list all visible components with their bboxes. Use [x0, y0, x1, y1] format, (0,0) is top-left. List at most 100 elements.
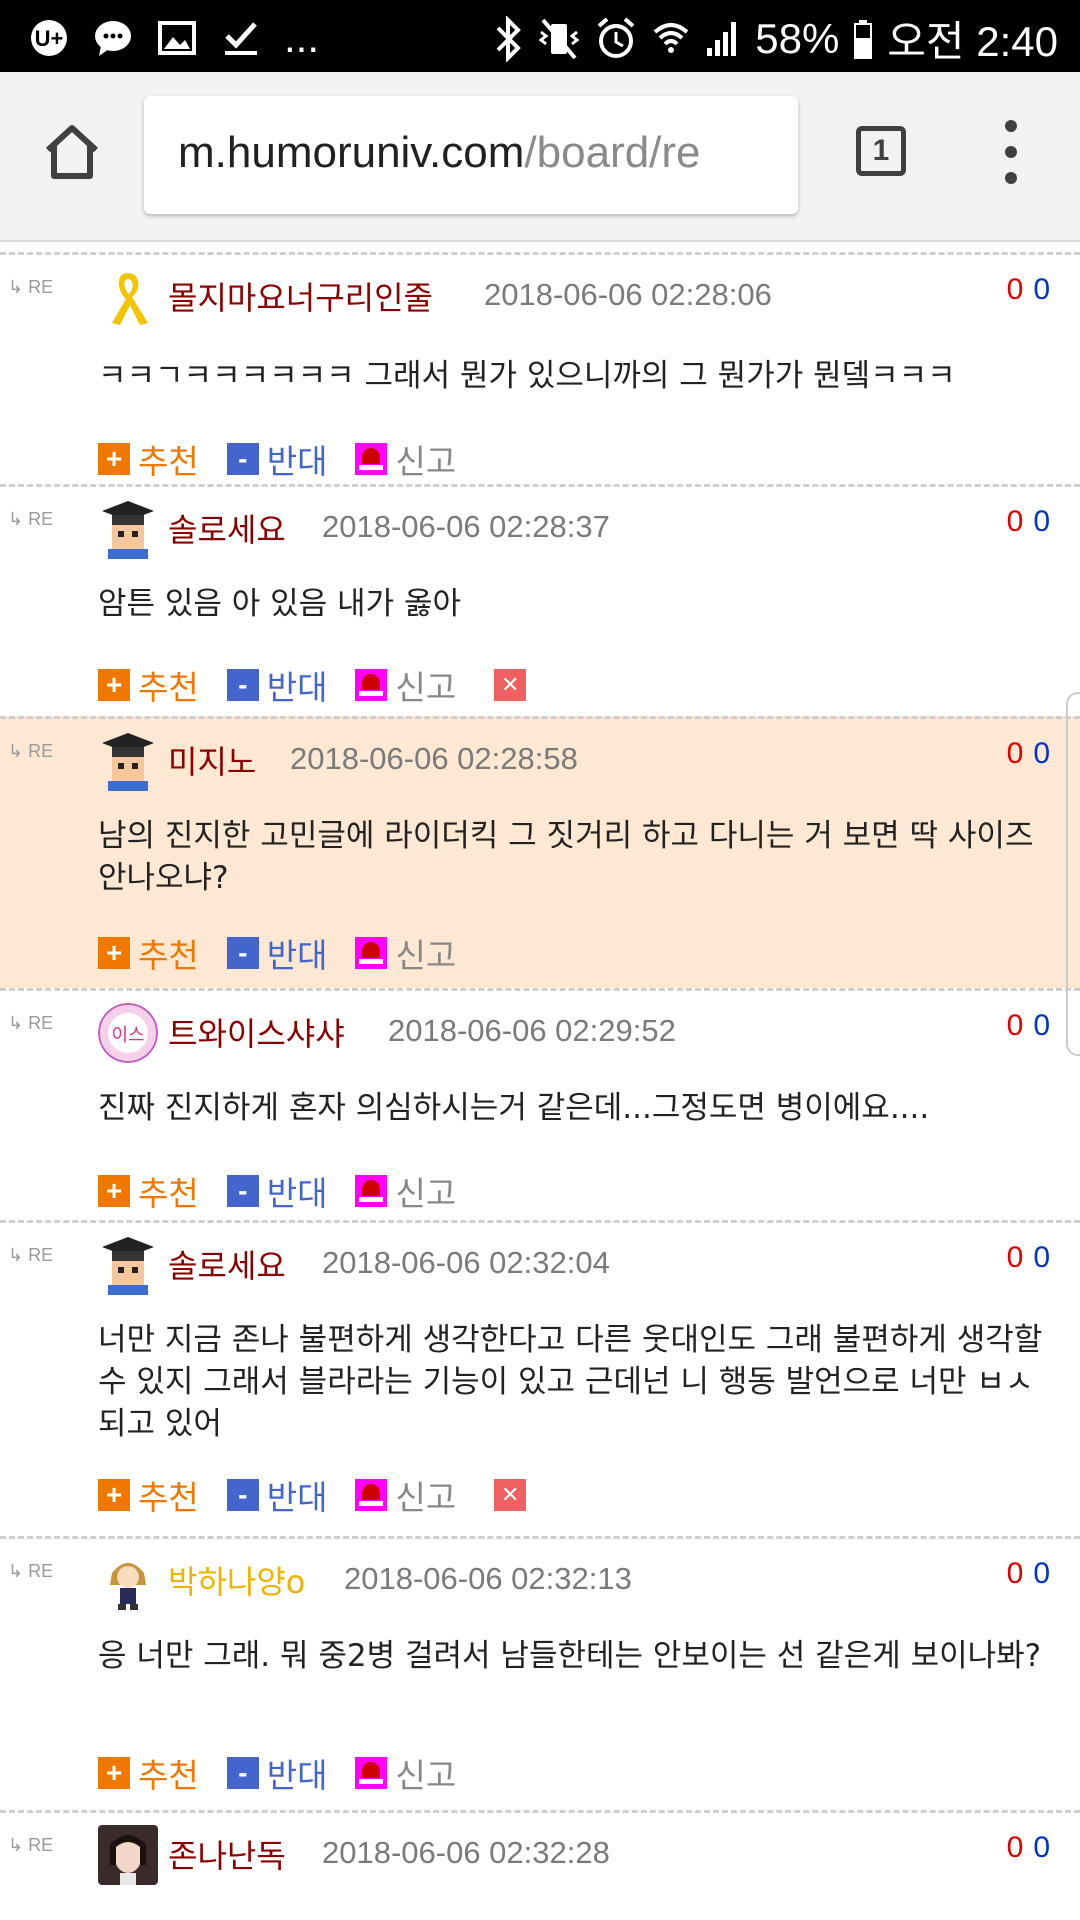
reply-indicator: ↳ RE	[8, 1245, 54, 1265]
oppose-label: 반대	[266, 1756, 328, 1795]
delete-button[interactable]: ✕	[494, 669, 527, 701]
comment-item: ↳ RE 미지노 2018-06-06 02:28:58 00 남의 진지한 고…	[0, 716, 1080, 988]
oppose-button[interactable]: - 반대	[226, 1167, 328, 1215]
oppose-button[interactable]: - 반대	[226, 929, 328, 977]
comment-author[interactable]: 트와이스샤샤	[168, 1009, 345, 1055]
avatar[interactable]	[98, 267, 158, 327]
recommend-label: 추천	[138, 1174, 199, 1213]
comment-date: 2018-06-06 02:32:13	[344, 1561, 632, 1596]
report-button[interactable]: 신고	[355, 1167, 456, 1215]
delete-button[interactable]: ✕	[494, 1479, 527, 1511]
vote-counts: 00	[1007, 1241, 1050, 1275]
oppose-button[interactable]: - 반대	[226, 1471, 327, 1519]
oppose-button[interactable]: - 반대	[226, 661, 328, 709]
downvote-count: 0	[1033, 1557, 1050, 1590]
recommend-button[interactable]: + 추천	[98, 1471, 199, 1519]
wifi-icon	[653, 22, 689, 53]
report-label: 신고	[395, 668, 457, 707]
comment-date: 2018-06-06 02:28:37	[322, 509, 610, 544]
url-path: /board/re	[524, 128, 701, 177]
comment-actions: + 추천 - 반대 신고	[98, 439, 484, 481]
comment-author[interactable]: 솔로세요	[168, 505, 286, 551]
svg-text:U+: U+	[35, 26, 64, 51]
tab-switcher-button[interactable]: 1	[856, 126, 906, 176]
plus-icon: +	[98, 937, 130, 969]
downvote-count: 0	[1033, 1831, 1050, 1864]
comment-list: ↳ RE 몰지마요너구리인줄 2018-06-06 02:28:06 00 ㅋㅋ…	[0, 242, 1080, 1920]
recommend-button[interactable]: + 추천	[98, 661, 199, 709]
comment-item: ↳ RE 솔로세요 2018-06-06 02:32:04 00 너만 지금 존…	[0, 1220, 1080, 1536]
recommend-button[interactable]: + 추천	[98, 435, 199, 483]
report-label: 신고	[395, 936, 457, 975]
recommend-button[interactable]: + 추천	[98, 929, 199, 977]
talk-icon	[92, 17, 134, 59]
comment-author[interactable]: 몰지마요너구리인줄	[168, 273, 433, 319]
more-notifications: ...	[284, 14, 320, 61]
recommend-button[interactable]: + 추천	[98, 1167, 199, 1215]
comment-text: 너만 지금 존나 불편하게 생각한다고 다른 웃대인도 그래 불편하게 생각할수…	[98, 1322, 1043, 1442]
minus-icon: -	[226, 1175, 259, 1207]
minus-icon: -	[226, 443, 259, 475]
downvote-count: 0	[1033, 1009, 1050, 1042]
home-icon	[45, 125, 99, 179]
avatar[interactable]: 이스	[98, 1003, 158, 1063]
comment-author[interactable]: 존나난독	[168, 1831, 286, 1877]
comment-author[interactable]: 미지노	[168, 737, 256, 783]
menu-dot-icon	[1005, 146, 1017, 158]
plus-icon: +	[98, 1479, 130, 1511]
siren-icon	[355, 1757, 388, 1789]
comment-text: 진짜 진지하게 혼자 의심하시는거 같은데...그정도면 병이에요....	[98, 1090, 930, 1126]
bluetooth-icon	[496, 15, 522, 62]
avatar[interactable]	[98, 1235, 158, 1295]
downvote-count: 0	[1033, 505, 1050, 538]
minus-icon: -	[226, 669, 259, 701]
alarm-icon	[597, 16, 635, 58]
minus-icon: -	[226, 1757, 259, 1789]
oppose-label: 반대	[266, 936, 328, 975]
report-button[interactable]: 신고	[355, 929, 456, 977]
vote-counts: 00	[1007, 1009, 1050, 1043]
report-button[interactable]: 신고	[355, 1749, 456, 1797]
plus-icon: +	[98, 443, 130, 475]
vote-counts: 00	[1007, 505, 1050, 539]
comment-author[interactable]: 박하나양o	[168, 1557, 305, 1603]
report-label: 신고	[395, 1756, 457, 1795]
vote-counts: 00	[1007, 1831, 1050, 1865]
avatar[interactable]	[98, 1825, 158, 1885]
comment-date: 2018-06-06 02:32:04	[322, 1245, 610, 1280]
report-button[interactable]: 신고	[355, 1471, 456, 1519]
comment-item: ↳ RE 존나난독 2018-06-06 02:32:28 00	[0, 1810, 1080, 1920]
browser-toolbar: m.humoruniv.com/board/re 1	[0, 72, 1080, 242]
vote-counts: 00	[1007, 1557, 1050, 1591]
oppose-label: 반대	[266, 442, 328, 481]
report-label: 신고	[395, 1478, 457, 1517]
minus-icon: -	[226, 937, 259, 969]
avatar[interactable]	[98, 731, 158, 791]
signal-icon	[707, 21, 737, 56]
oppose-button[interactable]: - 반대	[226, 435, 328, 483]
report-button[interactable]: 신고	[355, 435, 456, 483]
menu-dot-icon	[1005, 172, 1017, 184]
comment-text: 암튼 있음 아 있음 내가 옳아	[98, 586, 461, 622]
check-icon	[220, 17, 262, 59]
url-bar[interactable]: m.humoruniv.com/board/re	[144, 96, 798, 214]
avatar[interactable]	[98, 1551, 158, 1611]
overflow-menu-button[interactable]	[996, 120, 1026, 184]
home-button[interactable]	[40, 120, 104, 184]
oppose-label: 반대	[266, 668, 328, 707]
recommend-button[interactable]: + 추천	[98, 1749, 199, 1797]
menu-dot-icon	[1005, 120, 1017, 132]
oppose-label: 반대	[266, 1174, 328, 1213]
comment-actions: + 추천 - 반대 신고	[98, 1171, 484, 1213]
avatar[interactable]	[98, 499, 158, 559]
reply-indicator: ↳ RE	[8, 509, 54, 529]
upvote-count: 0	[1006, 273, 1024, 306]
report-button[interactable]: 신고	[355, 661, 456, 709]
upvote-count: 0	[1006, 1009, 1024, 1042]
recommend-label: 추천	[138, 442, 199, 481]
comment-author[interactable]: 솔로세요	[168, 1241, 286, 1287]
graduate-avatar-icon	[98, 499, 158, 559]
scrollbar-handle[interactable]	[1066, 692, 1080, 1056]
status-bar: U+ ... 58% 오전 2:40	[0, 0, 1080, 72]
oppose-button[interactable]: - 반대	[226, 1749, 328, 1797]
